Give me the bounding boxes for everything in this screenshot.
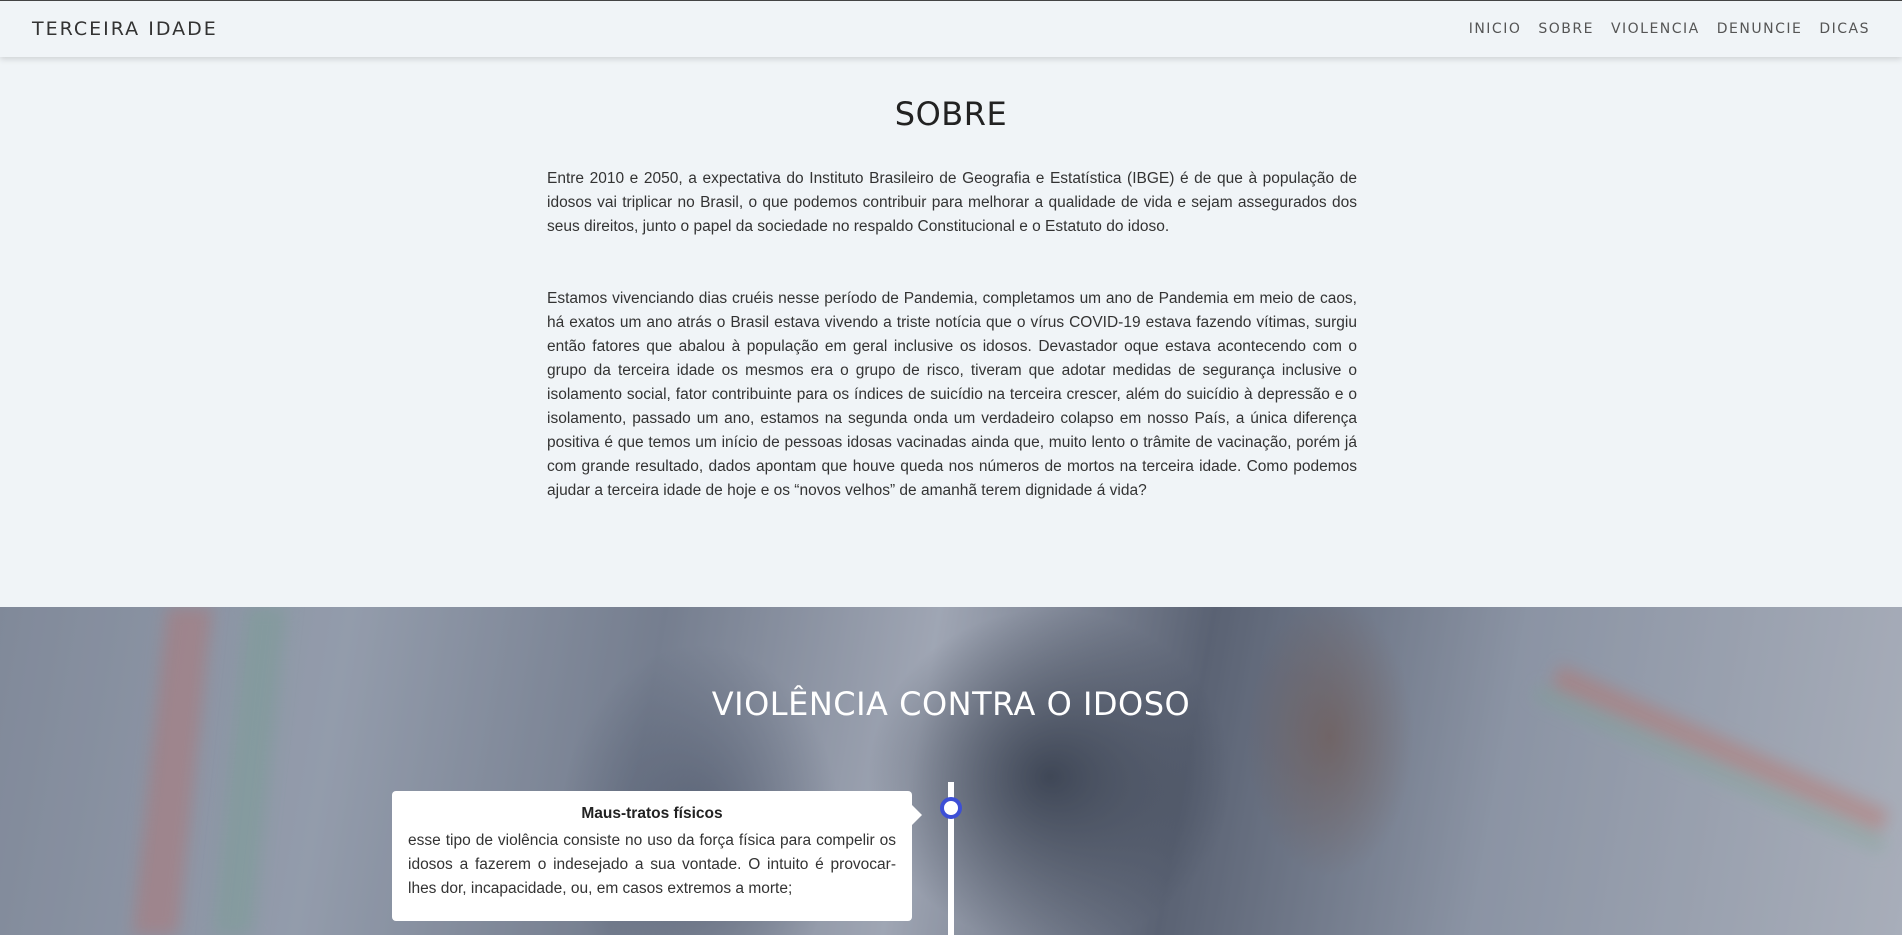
sobre-title: SOBRE <box>894 95 1008 133</box>
nav-link-denuncie[interactable]: DENUNCIE <box>1717 21 1803 37</box>
timeline-dot-icon <box>940 797 962 819</box>
timeline-card-title: Maus-tratos físicos <box>581 805 723 822</box>
violencia-section: VIOLÊNCIA CONTRA O IDOSO Maus-tratos fís… <box>0 607 1902 935</box>
nav-link-violencia[interactable]: VIOLENCIA <box>1611 21 1700 37</box>
timeline-card: Maus-tratos físicos esse tipo de violênc… <box>392 791 922 921</box>
sobre-section: SOBRE Entre 2010 e 2050, a expectativa d… <box>0 57 1902 607</box>
sobre-paragraph-1: Entre 2010 e 2050, a expectativa do Inst… <box>547 170 1357 235</box>
nav-link-dicas[interactable]: DICAS <box>1819 21 1870 37</box>
navbar: TERCEIRA IDADE INICIO SOBRE VIOLENCIA DE… <box>0 0 1902 57</box>
violencia-title: VIOLÊNCIA CONTRA O IDOSO <box>711 685 1191 723</box>
sobre-paragraph-2: Estamos vivenciando dias cruéis nesse pe… <box>547 290 1357 499</box>
nav-links: INICIO SOBRE VIOLENCIA DENUNCIE DICAS <box>1469 21 1870 37</box>
brand-logo[interactable]: TERCEIRA IDADE <box>32 18 218 40</box>
nav-link-sobre[interactable]: SOBRE <box>1538 21 1594 37</box>
nav-link-inicio[interactable]: INICIO <box>1469 21 1522 37</box>
timeline-card-text: esse tipo de violência consiste no uso d… <box>408 832 896 897</box>
